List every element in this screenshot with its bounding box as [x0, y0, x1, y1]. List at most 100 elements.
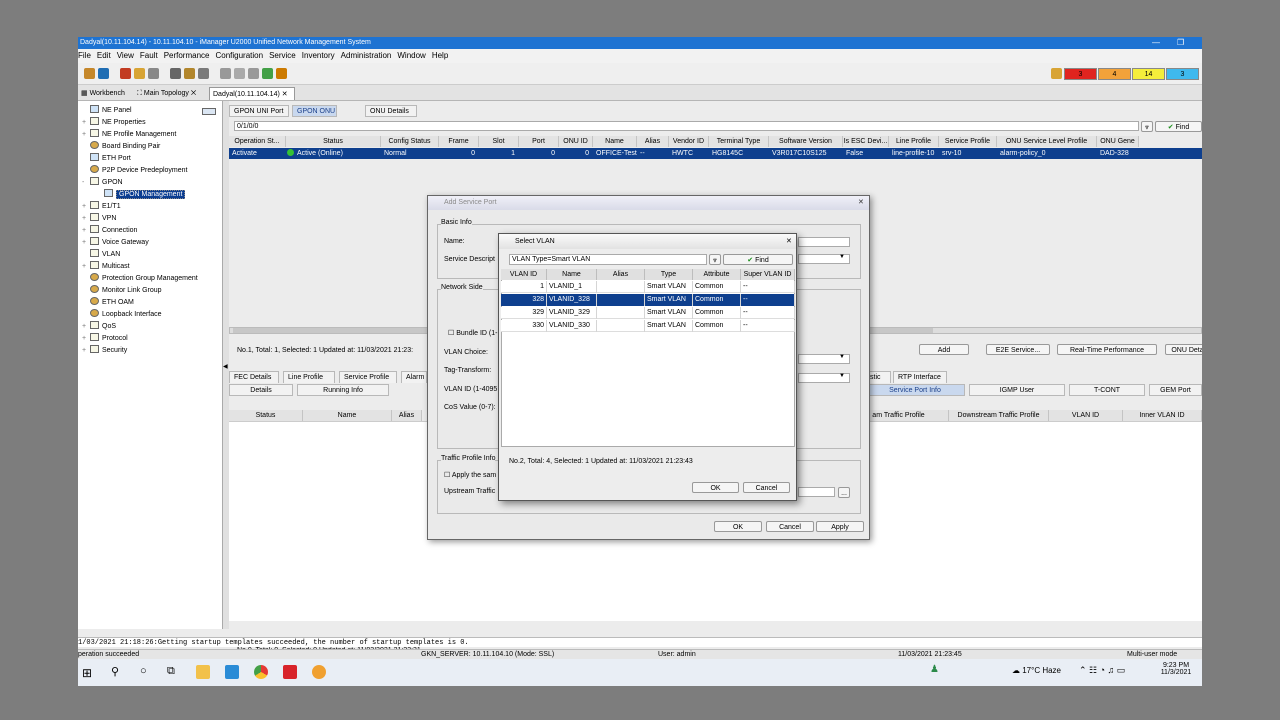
tree-item-vlan[interactable]: VLAN	[82, 249, 120, 261]
tree-item-gpon-management[interactable]: GPON Management	[96, 189, 186, 201]
person-tray-icon[interactable]: ♟	[930, 664, 939, 675]
tab-gem-port[interactable]: GEM Port	[1149, 384, 1202, 396]
clock[interactable]: 9:23 PM 11/3/2021	[1158, 662, 1194, 676]
tree-item-ne-panel[interactable]: NE Panel	[82, 105, 132, 117]
column-header[interactable]: Port	[519, 136, 559, 147]
column-header[interactable]: Status	[286, 136, 381, 147]
expand-icon[interactable]: +	[82, 117, 90, 129]
expand-icon[interactable]: +	[82, 261, 90, 273]
column-header[interactable]: Terminal Type	[709, 136, 769, 147]
tab-details[interactable]: Details	[229, 384, 293, 396]
port-column-header[interactable]: Inner VLAN ID	[1123, 410, 1202, 421]
tree-item-vpn[interactable]: + VPN	[82, 213, 116, 225]
tree-item-eth-oam[interactable]: ETH OAM	[82, 297, 134, 309]
alarm-count-0[interactable]: 3	[1064, 68, 1097, 80]
tree-item-eth-port[interactable]: ETH Port	[82, 153, 131, 165]
port-column-header[interactable]: Name	[303, 410, 392, 421]
find-button[interactable]: ✔ Find	[1155, 121, 1202, 132]
browse-button[interactable]: ...	[838, 487, 850, 498]
tree-item-connection[interactable]: + Connection	[82, 225, 137, 237]
button-onu-deta[interactable]: ONU Deta	[1165, 344, 1202, 355]
cancel-button[interactable]: Cancel	[743, 482, 790, 493]
find-icon[interactable]	[170, 68, 181, 79]
menu-item-window[interactable]: Window	[397, 51, 425, 60]
arrow-left-icon[interactable]: ◀	[223, 363, 228, 370]
apply-same-checkbox[interactable]: ☐ Apply the sam	[444, 471, 496, 479]
windows-start-icon[interactable]: ⊞	[82, 666, 92, 680]
lock-icon[interactable]	[134, 68, 145, 79]
expand-icon[interactable]: +	[82, 237, 90, 249]
column-header[interactable]: ONU Service Level Profile	[997, 136, 1097, 147]
chart-icon[interactable]	[198, 68, 209, 79]
cortana-icon[interactable]: ○	[140, 665, 147, 677]
path-dropdown-icon[interactable]: ⩔	[1141, 121, 1153, 132]
column-header[interactable]: Slot	[479, 136, 519, 147]
column-header[interactable]: ONU Gene	[1097, 136, 1139, 147]
alarm-count-2[interactable]: 14	[1132, 68, 1165, 80]
column-header[interactable]: Config Status	[381, 136, 439, 147]
column-header[interactable]: Alias	[637, 136, 669, 147]
tab-line-profile[interactable]: Line Profile	[283, 371, 335, 383]
tab-gpon-uni-port[interactable]: GPON UNI Port	[229, 105, 289, 117]
cancel-button[interactable]: Cancel	[766, 521, 814, 532]
tab-onu-details[interactable]: ONU Details	[365, 105, 417, 117]
menu-item-view[interactable]: View	[117, 51, 134, 60]
tree-item-multicast[interactable]: + Multicast	[82, 261, 130, 273]
tab-igmp-user[interactable]: IGMP User	[969, 384, 1065, 396]
tree-item-board-binding-pair[interactable]: Board Binding Pair	[82, 141, 160, 153]
alarm-tool-icon[interactable]	[120, 68, 131, 79]
tab-running-info[interactable]: Running Info	[297, 384, 389, 396]
tab-t-cont[interactable]: T-CONT	[1069, 384, 1145, 396]
alarm-count-1[interactable]: 4	[1098, 68, 1131, 80]
menu-item-performance[interactable]: Performance	[164, 51, 210, 60]
link-icon[interactable]	[248, 68, 259, 79]
bundle-checkbox[interactable]: ☐ Bundle ID (1-	[448, 329, 497, 337]
add-link-icon[interactable]	[262, 68, 273, 79]
cut-icon[interactable]	[234, 68, 245, 79]
vlan-column-header[interactable]: Attribute	[693, 269, 741, 280]
column-header[interactable]: Frame	[439, 136, 479, 147]
tree-item-voice-gateway[interactable]: + Voice Gateway	[82, 237, 149, 249]
tree-item-security[interactable]: + Security	[82, 345, 127, 357]
collapse-icon[interactable]: -	[82, 177, 90, 189]
tree-item-e1-t1[interactable]: + E1/T1	[82, 201, 121, 213]
ne-icon[interactable]	[184, 68, 195, 79]
tab-service-port-info[interactable]: Service Port Info	[865, 384, 965, 396]
path-input[interactable]: 0/1/0/0	[234, 121, 1139, 131]
button-e2e-service-[interactable]: E2E Service...	[986, 344, 1050, 355]
apply-button[interactable]: Apply	[816, 521, 864, 532]
expand-icon[interactable]: +	[82, 213, 90, 225]
tree-item-protocol[interactable]: + Protocol	[82, 333, 128, 345]
tray-icons[interactable]: ⌃ ☷ ◔ ♫ ▭	[1079, 665, 1125, 676]
dropdown-icon[interactable]	[202, 108, 216, 115]
config-icon[interactable]	[220, 68, 231, 79]
anydesk-icon[interactable]	[283, 665, 297, 679]
column-header[interactable]: Operation St...	[229, 136, 286, 147]
menu-item-edit[interactable]: Edit	[97, 51, 111, 60]
alarm-bell-icon[interactable]	[1051, 68, 1062, 79]
u2000-app-icon[interactable]	[312, 665, 326, 679]
tree-item-monitor-link-group[interactable]: Monitor Link Group	[82, 285, 162, 297]
tab-service-profile[interactable]: Service Profile	[339, 371, 397, 383]
column-header[interactable]: Vendor ID	[669, 136, 709, 147]
button-add[interactable]: Add	[919, 344, 969, 355]
tab-rtp-interface[interactable]: RTP Interface	[893, 371, 947, 383]
tag-transform-select[interactable]: ▼	[798, 373, 850, 383]
vlan-column-header[interactable]: Type	[645, 269, 693, 280]
vlan-column-header[interactable]: Super VLAN ID	[741, 269, 795, 280]
tree-item-ne-profile-management[interactable]: + NE Profile Management	[82, 129, 176, 141]
menu-item-administration[interactable]: Administration	[341, 51, 392, 60]
tree-item-ne-properties[interactable]: + NE Properties	[82, 117, 146, 129]
column-header[interactable]: Is ESC Devi...	[843, 136, 889, 147]
port-column-header[interactable]: Alias	[392, 410, 422, 421]
save-icon[interactable]	[148, 68, 159, 79]
search-icon[interactable]: ⚲	[111, 665, 119, 678]
tree-item-p2p-device-predeployment[interactable]: P2P Device Predeployment	[82, 165, 187, 177]
minimize-icon[interactable]: —	[1152, 37, 1160, 49]
tree-item-qos[interactable]: + QoS	[82, 321, 116, 333]
store-icon[interactable]	[225, 665, 239, 679]
button-real-time-performance[interactable]: Real-Time Performance	[1057, 344, 1157, 355]
vlan-column-header[interactable]: VLAN ID	[501, 269, 547, 280]
vlan-column-header[interactable]: Name	[547, 269, 597, 280]
ok-button[interactable]: OK	[692, 482, 739, 493]
